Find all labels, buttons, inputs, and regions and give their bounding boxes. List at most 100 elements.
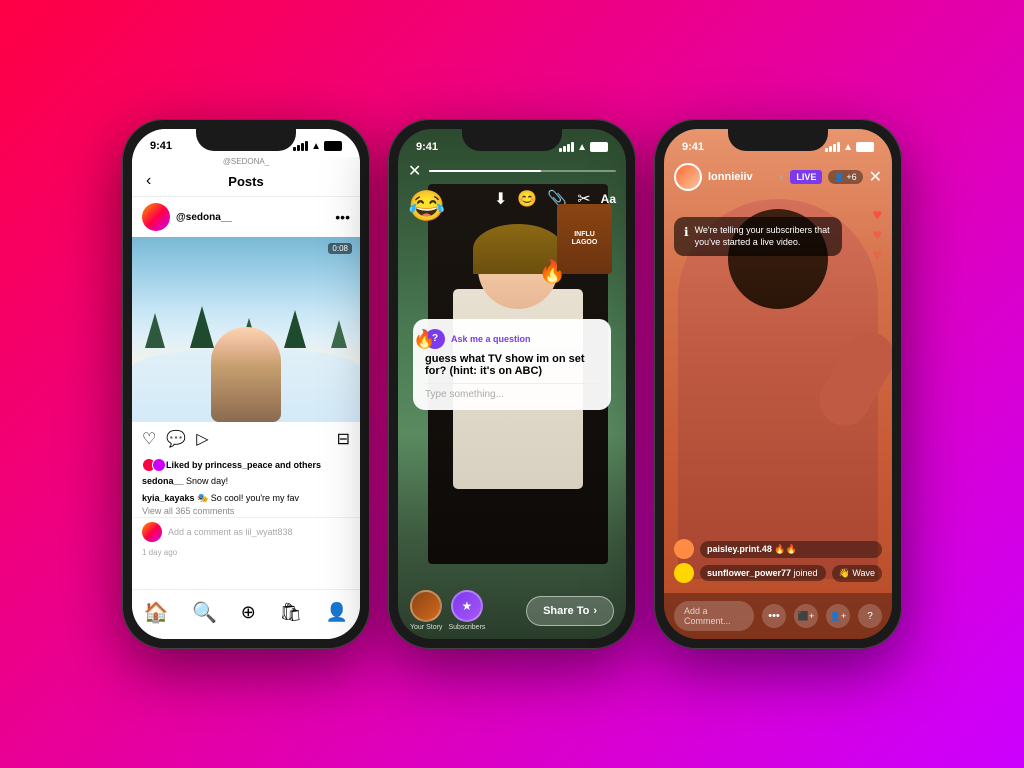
nav-home-button[interactable]: 🏠 [144,600,169,625]
fire-emoji-2: 🔥 [413,329,435,350]
status-icons-1: ▲ [293,141,342,152]
post-more-button[interactable]: ••• [335,209,350,225]
nav-add-button[interactable]: ⊕ [241,602,256,623]
liked-avatars [142,458,162,472]
subscribers-avatar [451,590,483,622]
status-time-3: 9:41 [682,141,704,153]
wave-button[interactable]: 👋 Wave [832,565,882,582]
status-time-2: 9:41 [416,141,438,153]
commenter-2-avatar [674,563,694,583]
live-comments: paisley.print.48 🔥🔥 sunflower_power77 jo… [674,539,882,583]
notch-2 [462,129,562,151]
live-overlay: 9:41 ▲ lonnieiiv ∨ LIVE [664,129,892,639]
story-progress-fill [429,170,541,172]
add-comment-input[interactable]: Add a comment as lil_wyatt838 [168,527,293,537]
live-viewers: 👤 +6 [828,170,862,184]
laugh-emoji: 😂 [408,189,445,224]
live-screen-button[interactable]: ⬛+ [794,604,818,628]
comment-button[interactable]: 💬 [166,429,186,449]
battery-icon-1 [324,141,342,151]
caption-username[interactable]: sedona__ [142,476,184,486]
share-to-button[interactable]: Share To › [526,596,614,626]
commenter-username[interactable]: kyia_kayaks [142,493,195,503]
phone-stories: INFLULAGOO 😂 🔥 🔥 9:41 ▲ [388,119,636,649]
your-story-avatar [410,590,442,622]
share-to-arrow: › [593,605,597,617]
battery-icon-3 [856,142,874,152]
status-icons-2: ▲ [559,142,608,153]
post-username[interactable]: @sedona__ [176,212,329,223]
live-comment-input[interactable]: Add a Comment... [674,601,754,631]
page-title: Posts [228,174,263,189]
wave-emoji: 👋 [839,568,853,578]
heart-1: ♥ [873,207,883,225]
post-image: 0:08 [132,237,360,422]
story-question-box[interactable]: ? Ask me a question guess what TV show i… [413,319,611,410]
share-to-label: Share To [543,605,589,617]
status-time-1: 9:41 [150,140,172,152]
live-bottom-bar: Add a Comment... ••• ⬛+ 👤+ ? [664,593,892,639]
subscribers-label: Subscribers [448,624,485,631]
sticker-tool[interactable]: 😊 [517,189,537,209]
commenter-1-username[interactable]: paisley.print.48 [707,544,772,554]
phone-live: 9:41 ▲ lonnieiiv ∨ LIVE [654,119,902,649]
nav-shop-button[interactable]: 🛍 [279,602,302,623]
live-viewers-count: +6 [846,172,856,182]
live-close-button[interactable]: ✕ [869,167,882,187]
share-button[interactable]: ▷ [196,429,208,449]
nav-search-button[interactable]: 🔍 [192,600,217,625]
live-viewers-icon: 👤 [834,173,844,182]
commenter-2-text: sunflower_power77 joined [700,565,826,581]
commenter-avatar [142,522,162,542]
story-close-button[interactable]: ✕ [408,161,421,181]
your-story-label: Your Story [410,624,442,631]
signal-1 [293,141,308,151]
story-destination-avatars: Your Story Subscribers [410,590,485,631]
view-comments-link[interactable]: View all 365 comments [132,505,360,517]
bookmark-button[interactable]: ⊟ [337,429,350,449]
notch [196,129,296,151]
story-question-input[interactable]: Type something... [425,383,599,400]
flame-sign-text: INFLULAGOO [572,231,598,248]
comment-emoji: 🎭 [197,493,211,503]
subscribers-item[interactable]: Subscribers [448,590,485,631]
commenter-1-emoji: 🔥🔥 [774,544,796,554]
live-help-button[interactable]: ? [858,604,882,628]
feed-navigation: 🏠 🔍 ⊕ 🛍 👤 [132,589,360,639]
live-badge: LIVE [790,170,822,184]
post-timestamp: 1 day ago [132,546,360,561]
battery-icon-2 [590,142,608,152]
download-tool[interactable]: ⬇ [494,189,507,209]
notch-3 [728,129,828,151]
live-username[interactable]: lonnieiiv [708,171,772,183]
like-button[interactable]: ♡ [142,429,156,449]
post-likes: Liked by princess_peace and others [132,456,360,474]
back-button[interactable]: ‹ [146,172,151,190]
caption-text: Snow day! [186,476,228,486]
post-timer: 0:08 [328,243,352,254]
live-more-button[interactable]: ••• [762,604,786,628]
commenter-2-username[interactable]: sunflower_power77 [707,568,791,578]
phone-feed: 9:41 ▲ @SEDONA_ ‹ Posts @sedona__ [122,119,370,649]
post-comment: kyia_kayaks 🎭 So cool! you're my fav [132,492,360,505]
your-story-item[interactable]: Your Story [410,590,442,631]
story-question-text: guess what TV show im on set for? (hint:… [425,353,599,377]
nav-profile-button[interactable]: 👤 [326,602,348,623]
signal-2 [559,142,574,152]
live-add-user-button[interactable]: 👤+ [826,604,850,628]
notification-text: We're telling your subscribers that you'… [695,225,832,248]
question-label: Ask me a question [451,334,531,344]
live-notification: ℹ We're telling your subscribers that yo… [674,217,842,256]
commenter-1-avatar [674,539,694,559]
live-header: lonnieiiv ∨ LIVE 👤 +6 ✕ [664,157,892,197]
post-actions: ♡ 💬 ▷ ⊟ [132,422,360,456]
post-header: @sedona__ ••• [132,197,360,237]
fire-emoji-1: 🔥 [539,259,566,285]
heart-2: ♥ [873,227,883,245]
wave-label: Wave [852,568,875,578]
username-chevron: ∨ [778,172,785,183]
comment-text: So cool! you're my fav [211,493,299,503]
post-avatar [142,203,170,231]
live-body: ℹ We're telling your subscribers that yo… [664,197,892,593]
add-comment-row: Add a comment as lil_wyatt838 [132,517,360,546]
